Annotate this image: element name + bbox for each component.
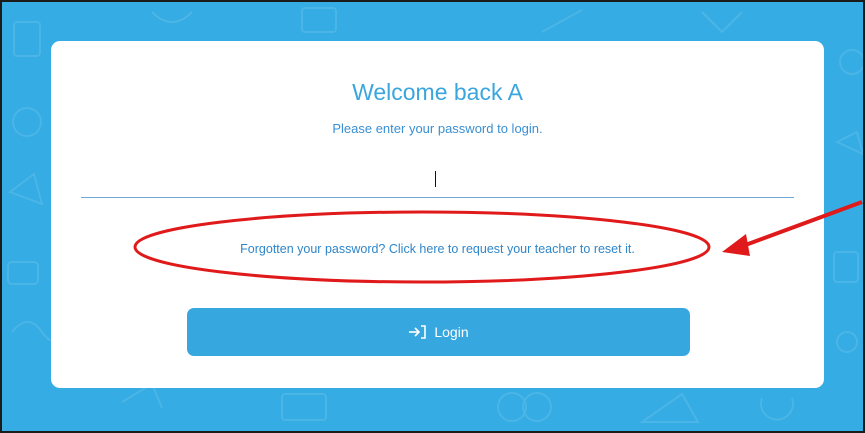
page-background: Welcome back A Please enter your passwor… (0, 0, 865, 433)
text-caret (435, 171, 436, 187)
sign-in-icon (408, 324, 428, 340)
forgot-password-link[interactable]: Forgotten your password? Click here to r… (51, 242, 824, 256)
login-instructions: Please enter your password to login. (332, 121, 543, 136)
welcome-title: Welcome back A (352, 79, 523, 105)
login-button-label: Login (434, 324, 469, 340)
login-button[interactable]: Login (187, 308, 690, 356)
password-input[interactable] (81, 163, 794, 198)
password-field-wrapper (81, 163, 794, 199)
login-card: Welcome back A Please enter your passwor… (51, 41, 824, 388)
